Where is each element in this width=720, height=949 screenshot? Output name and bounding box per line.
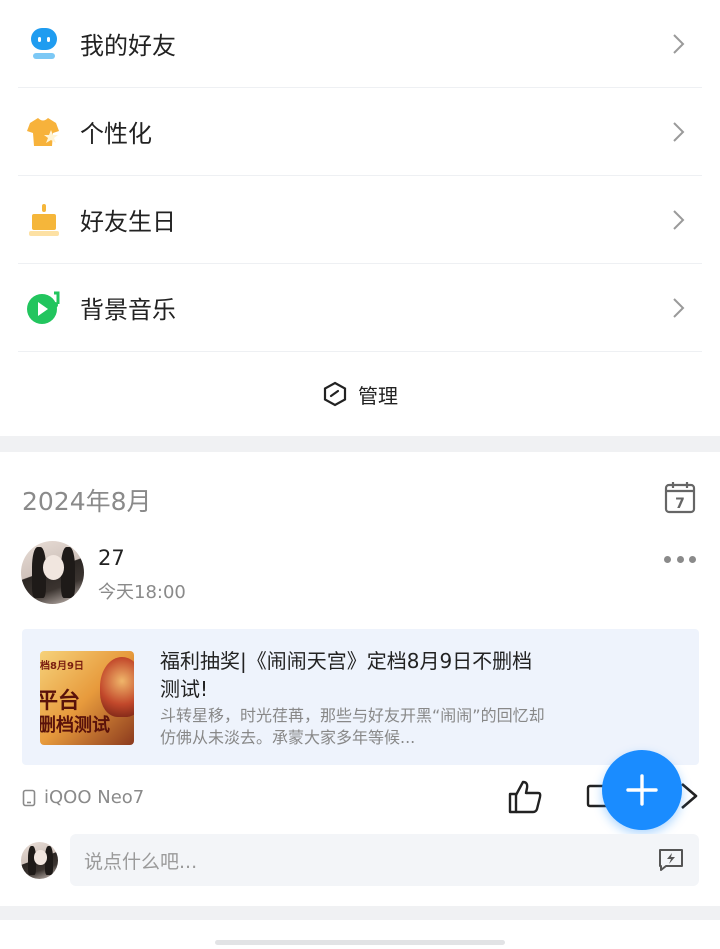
cake-icon xyxy=(26,202,62,238)
my-avatar[interactable] xyxy=(21,842,58,879)
thumbs-up-icon[interactable] xyxy=(506,778,544,816)
post-time: 今天18:00 xyxy=(98,582,186,603)
hexagon-icon xyxy=(323,381,347,407)
robot-icon xyxy=(26,26,62,62)
menu-item-background-music[interactable]: 背景音乐 xyxy=(18,264,702,352)
menu-item-label: 好友生日 xyxy=(80,208,176,236)
menu-item-my-friends[interactable]: 我的好友 xyxy=(18,0,702,88)
section-divider xyxy=(0,436,720,452)
menu-item-friend-birthday[interactable]: 好友生日 xyxy=(18,176,702,264)
chevron-right-icon xyxy=(673,298,685,318)
thumb-text-top: 档8月9日 xyxy=(40,661,84,672)
plus-icon xyxy=(626,774,658,806)
section-divider xyxy=(0,906,720,920)
menu-item-label: 个性化 xyxy=(80,120,152,148)
calendar-icon[interactable]: 7 xyxy=(664,480,696,514)
menu-item-label: 背景音乐 xyxy=(80,296,176,324)
more-icon[interactable] xyxy=(664,552,696,566)
chevron-right-icon xyxy=(673,34,685,54)
manage-label: 管理 xyxy=(358,383,398,408)
card-description: 斗转星移，时光荏苒，那些与好友开黑“闹闹”的回忆却仿佛从未淡去。承蒙大家多年等候… xyxy=(160,706,545,747)
card-thumbnail: 档8月9日 平台 删档测试 xyxy=(40,651,134,745)
shared-link-card[interactable]: 档8月9日 平台 删档测试 福利抽奖|《闹闹天宫》定档8月9日不删档测试! 斗转… xyxy=(22,629,699,765)
chevron-right-icon xyxy=(673,122,685,142)
month-header: 2024年8月 xyxy=(22,487,152,516)
tshirt-star-icon xyxy=(26,114,62,150)
calendar-day: 7 xyxy=(675,496,685,512)
chevron-right-icon xyxy=(673,210,685,230)
comment-placeholder: 说点什么吧... xyxy=(84,851,198,873)
home-indicator xyxy=(215,940,505,945)
post-username[interactable]: 27 xyxy=(98,546,125,570)
manage-button[interactable]: 管理 xyxy=(0,352,720,436)
add-post-button[interactable] xyxy=(602,750,682,830)
comment-input[interactable]: 说点什么吧... xyxy=(70,834,699,886)
device-tag: iQOO Neo7 xyxy=(22,787,144,808)
quick-reply-icon[interactable] xyxy=(657,847,685,873)
phone-icon xyxy=(22,789,36,806)
device-label: iQOO Neo7 xyxy=(44,787,145,808)
thumb-text-bottom: 删档测试 xyxy=(40,715,110,736)
avatar[interactable] xyxy=(21,541,84,604)
music-disc-icon xyxy=(26,290,62,326)
card-title: 福利抽奖|《闹闹天宫》定档8月9日不删档测试! xyxy=(160,649,533,701)
menu-item-label: 我的好友 xyxy=(80,32,176,60)
menu-item-personalize[interactable]: 个性化 xyxy=(18,88,702,176)
